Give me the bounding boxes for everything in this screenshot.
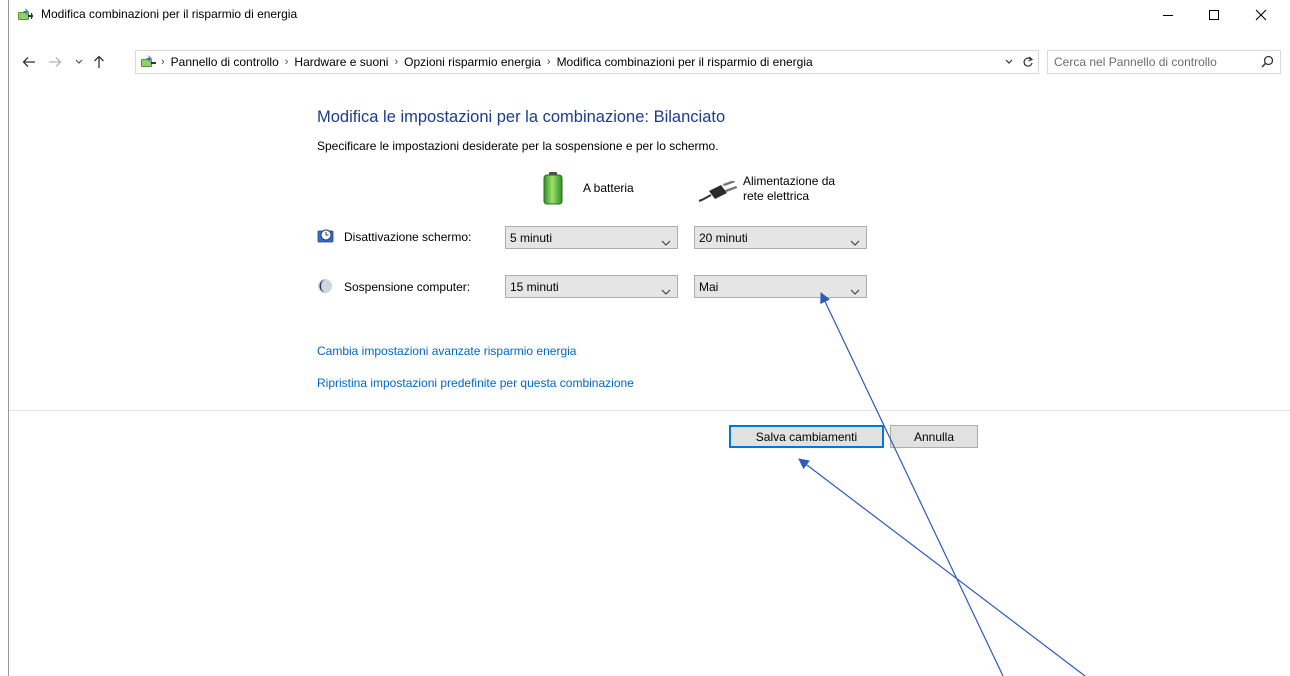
power-plug-icon (697, 179, 739, 206)
column-battery-label: A batteria (583, 181, 634, 195)
divider (9, 410, 1290, 411)
window-left-border (0, 0, 9, 676)
refresh-button[interactable] (1018, 56, 1038, 68)
display-off-battery-select[interactable]: 5 minuti (505, 226, 678, 249)
breadcrumb-power-options[interactable]: Opzioni risparmio energia (402, 55, 543, 69)
sleep-ac-select[interactable]: Mai (694, 275, 867, 298)
cancel-button[interactable]: Annulla (890, 425, 978, 448)
address-history-button[interactable] (1000, 58, 1018, 66)
chevron-down-icon (661, 284, 671, 298)
chevron-down-icon (850, 284, 860, 298)
address-bar[interactable]: › Pannello di controllo › Hardware e suo… (135, 50, 1039, 74)
forward-button[interactable] (45, 52, 65, 72)
breadcrumb-separator[interactable]: › (281, 56, 293, 68)
breadcrumb-hardware-sound[interactable]: Hardware e suoni (292, 55, 390, 69)
battery-icon (542, 171, 564, 208)
moon-icon (317, 278, 333, 297)
control-panel-icon (139, 54, 157, 70)
chevron-down-icon (661, 235, 671, 249)
arrow-up-icon (94, 55, 104, 68)
maximize-button[interactable] (1192, 0, 1236, 30)
recent-locations-button[interactable] (69, 52, 89, 72)
back-button[interactable] (19, 52, 39, 72)
column-ac-label: Alimentazione da rete elettrica (743, 174, 835, 204)
navigation-bar: › Pannello di controllo › Hardware e suo… (9, 48, 1290, 78)
breadcrumb-edit-plan[interactable]: Modifica combinazioni per il risparmio d… (555, 55, 815, 69)
display-off-ac-select[interactable]: 20 minuti (694, 226, 867, 249)
arrow-left-icon (22, 57, 35, 67)
minimize-button[interactable] (1146, 0, 1190, 30)
search-icon[interactable] (1261, 55, 1274, 71)
chevron-down-icon (1005, 59, 1013, 64)
annotation-arrows (798, 292, 1086, 676)
arrow-to-ac-sleep-select (820, 292, 1004, 676)
restore-defaults-link[interactable]: Ripristina impostazioni predefinite per … (317, 376, 634, 390)
select-value: 5 minuti (510, 231, 553, 245)
close-button[interactable] (1239, 0, 1283, 30)
window-title: Modifica combinazioni per il risparmio d… (41, 7, 298, 21)
chevron-down-icon (75, 59, 83, 64)
breadcrumb-separator[interactable]: › (390, 56, 402, 68)
close-icon (1255, 9, 1267, 21)
screen-clock-icon (317, 228, 335, 247)
arrow-right-icon (49, 57, 62, 67)
select-value: 15 minuti (510, 280, 559, 294)
minimize-icon (1163, 15, 1173, 16)
arrow-to-save-button (798, 458, 1086, 676)
breadcrumb-separator[interactable]: › (157, 56, 169, 68)
column-ac-label-line2: rete elettrica (743, 189, 810, 203)
page-subtitle: Specificare le impostazioni desiderate p… (317, 139, 719, 153)
refresh-icon (1023, 56, 1034, 67)
advanced-settings-link[interactable]: Cambia impostazioni avanzate risparmio e… (317, 344, 576, 358)
title-bar: Modifica combinazioni per il risparmio d… (9, 0, 1290, 30)
select-value: Mai (699, 280, 719, 294)
address-tools (1000, 51, 1038, 73)
sleep-battery-select[interactable]: 15 minuti (505, 275, 678, 298)
search-box[interactable] (1047, 50, 1281, 74)
search-input[interactable] (1054, 54, 1254, 70)
up-button[interactable] (89, 52, 109, 72)
breadcrumb-control-panel[interactable]: Pannello di controllo (169, 55, 281, 69)
select-value: 20 minuti (699, 231, 748, 245)
save-button[interactable]: Salva cambiamenti (729, 425, 884, 448)
sleep-label: Sospensione computer: (344, 280, 471, 294)
maximize-icon (1209, 10, 1219, 20)
chevron-down-icon (850, 235, 860, 249)
column-ac-label-line1: Alimentazione da (743, 174, 836, 188)
display-off-label: Disattivazione schermo: (344, 230, 472, 244)
breadcrumb-separator[interactable]: › (543, 56, 555, 68)
page-title: Modifica le impostazioni per la combinaz… (317, 108, 726, 126)
power-options-icon (16, 7, 34, 23)
